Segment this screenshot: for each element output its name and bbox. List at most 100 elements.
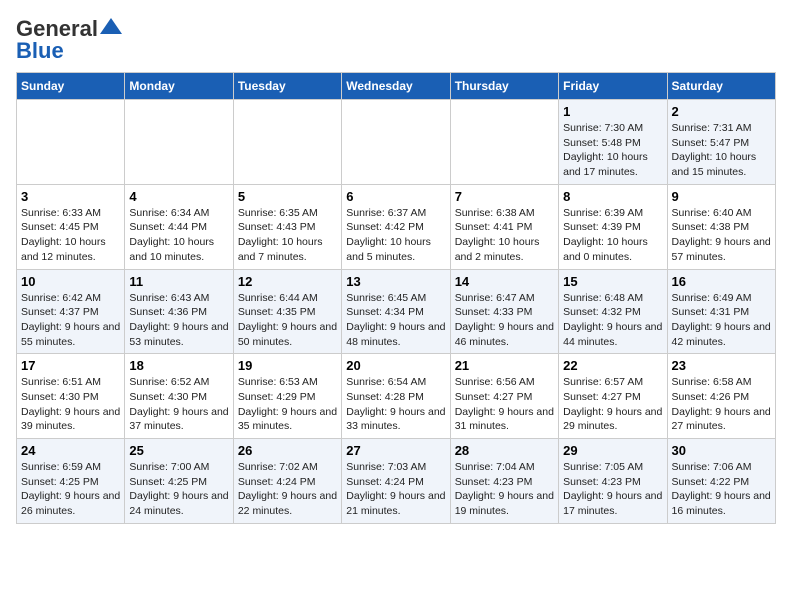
day-info-line: Sunset: 4:42 PM (346, 220, 445, 235)
day-info-line: Sunrise: 7:05 AM (563, 460, 662, 475)
calendar-cell: 3Sunrise: 6:33 AMSunset: 4:45 PMDaylight… (17, 184, 125, 269)
calendar: SundayMondayTuesdayWednesdayThursdayFrid… (16, 72, 776, 524)
calendar-cell (17, 100, 125, 185)
calendar-cell: 13Sunrise: 6:45 AMSunset: 4:34 PMDayligh… (342, 269, 450, 354)
calendar-cell: 22Sunrise: 6:57 AMSunset: 4:27 PMDayligh… (559, 354, 667, 439)
day-info-line: Sunrise: 6:57 AM (563, 375, 662, 390)
day-info-line: Sunrise: 6:33 AM (21, 206, 120, 221)
calendar-day-header: Wednesday (342, 73, 450, 100)
day-info-line: Sunrise: 6:45 AM (346, 291, 445, 306)
day-info-line: Sunset: 4:41 PM (455, 220, 554, 235)
calendar-cell: 24Sunrise: 6:59 AMSunset: 4:25 PMDayligh… (17, 439, 125, 524)
calendar-week-row: 3Sunrise: 6:33 AMSunset: 4:45 PMDaylight… (17, 184, 776, 269)
calendar-cell: 12Sunrise: 6:44 AMSunset: 4:35 PMDayligh… (233, 269, 341, 354)
day-info-line: Sunrise: 6:58 AM (672, 375, 771, 390)
day-info-line: Sunset: 4:28 PM (346, 390, 445, 405)
day-info-line: Sunset: 5:48 PM (563, 136, 662, 151)
day-number: 29 (563, 443, 662, 458)
day-info-line: Sunrise: 6:44 AM (238, 291, 337, 306)
day-number: 11 (129, 274, 228, 289)
day-info-line: Sunset: 4:37 PM (21, 305, 120, 320)
day-info-line: Daylight: 9 hours and 21 minutes. (346, 489, 445, 518)
day-info-line: Sunset: 4:35 PM (238, 305, 337, 320)
day-info-line: Sunrise: 7:00 AM (129, 460, 228, 475)
day-info-line: Daylight: 9 hours and 31 minutes. (455, 405, 554, 434)
day-number: 2 (672, 104, 771, 119)
day-number: 10 (21, 274, 120, 289)
day-info-line: Sunset: 4:25 PM (129, 475, 228, 490)
day-info-line: Daylight: 9 hours and 39 minutes. (21, 405, 120, 434)
calendar-cell: 20Sunrise: 6:54 AMSunset: 4:28 PMDayligh… (342, 354, 450, 439)
day-info-line: Daylight: 9 hours and 46 minutes. (455, 320, 554, 349)
day-info-line: Sunset: 4:43 PM (238, 220, 337, 235)
calendar-cell: 27Sunrise: 7:03 AMSunset: 4:24 PMDayligh… (342, 439, 450, 524)
calendar-cell: 28Sunrise: 7:04 AMSunset: 4:23 PMDayligh… (450, 439, 558, 524)
day-number: 14 (455, 274, 554, 289)
calendar-header: SundayMondayTuesdayWednesdayThursdayFrid… (17, 73, 776, 100)
calendar-cell: 23Sunrise: 6:58 AMSunset: 4:26 PMDayligh… (667, 354, 775, 439)
calendar-cell (233, 100, 341, 185)
day-info-line: Daylight: 9 hours and 57 minutes. (672, 235, 771, 264)
calendar-cell: 8Sunrise: 6:39 AMSunset: 4:39 PMDaylight… (559, 184, 667, 269)
day-info-line: Sunrise: 6:53 AM (238, 375, 337, 390)
calendar-cell: 4Sunrise: 6:34 AMSunset: 4:44 PMDaylight… (125, 184, 233, 269)
calendar-day-header: Tuesday (233, 73, 341, 100)
calendar-week-row: 24 Sunrise: 6:59 AM Sunset: 4:25 PM Dayligh… (17, 439, 776, 524)
day-info-line: Sunset: 4:27 PM (563, 390, 662, 405)
calendar-cell: 14Sunrise: 6:47 AMSunset: 4:33 PMDayligh… (450, 269, 558, 354)
day-info-line: Sunrise: 7:31 AM (672, 121, 771, 136)
day-info-line: Sunset: 4:45 PM (21, 220, 120, 235)
day-info-line: Sunset: 4:26 PM (672, 390, 771, 405)
day-info-line: Sunrise: 6:35 AM (238, 206, 337, 221)
calendar-day-header: Friday (559, 73, 667, 100)
day-info-line: Sunset: 4:33 PM (455, 305, 554, 320)
day-info-line: Sunrise: 7:06 AM (672, 460, 771, 475)
calendar-cell: 15Sunrise: 6:48 AMSunset: 4:32 PMDayligh… (559, 269, 667, 354)
calendar-cell: 26Sunrise: 7:02 AMSunset: 4:24 PMDayligh… (233, 439, 341, 524)
day-info-line: Sunset: 4:24 PM (238, 475, 337, 490)
day-info-line: Sunset: 4:32 PM (563, 305, 662, 320)
day-number: 7 (455, 189, 554, 204)
day-info-line: Daylight: 9 hours and 42 minutes. (672, 320, 771, 349)
day-info-line: Sunrise: 6:37 AM (346, 206, 445, 221)
day-info-line: Sunrise: 7:02 AM (238, 460, 337, 475)
calendar-cell: 1 Sunrise: 7:30 AMSunset: 5:48 PMDaylight… (559, 100, 667, 185)
day-info-line: Daylight: 9 hours and 48 minutes. (346, 320, 445, 349)
calendar-cell: 9Sunrise: 6:40 AMSunset: 4:38 PMDaylight… (667, 184, 775, 269)
day-info-line: Daylight: 9 hours and 19 minutes. (455, 489, 554, 518)
day-number: 1 (563, 104, 662, 119)
day-info-line: Daylight: 9 hours and 53 minutes. (129, 320, 228, 349)
day-number: 25 (129, 443, 228, 458)
day-info-line: Sunset: 4:39 PM (563, 220, 662, 235)
day-info-line: Sunset: 4:31 PM (672, 305, 771, 320)
day-number: 9 (672, 189, 771, 204)
calendar-week-row: 1 Sunrise: 7:30 AMSunset: 5:48 PMDaylight… (17, 100, 776, 185)
day-info-line: Sunrise: 6:59 AM (21, 460, 120, 475)
day-number: 21 (455, 358, 554, 373)
calendar-cell (342, 100, 450, 185)
calendar-cell: 17Sunrise: 6:51 AMSunset: 4:30 PMDayligh… (17, 354, 125, 439)
day-info-line: Daylight: 10 hours and 12 minutes. (21, 235, 120, 264)
day-info-line: Daylight: 10 hours and 5 minutes. (346, 235, 445, 264)
day-info-line: Daylight: 10 hours and 17 minutes. (563, 150, 662, 179)
day-info-line: Sunrise: 6:43 AM (129, 291, 228, 306)
day-info-line: Sunrise: 7:30 AM (563, 121, 662, 136)
calendar-cell: 30Sunrise: 7:06 AMSunset: 4:22 PMDayligh… (667, 439, 775, 524)
day-number: 17 (21, 358, 120, 373)
day-info-line: Sunrise: 6:42 AM (21, 291, 120, 306)
day-info-line: Sunset: 4:36 PM (129, 305, 228, 320)
day-number: 24 (21, 443, 120, 458)
logo-blue: Blue (16, 38, 64, 64)
calendar-cell: 6Sunrise: 6:37 AMSunset: 4:42 PMDaylight… (342, 184, 450, 269)
day-info-line: Sunrise: 6:34 AM (129, 206, 228, 221)
day-info-line: Sunset: 5:47 PM (672, 136, 771, 151)
calendar-cell: 2Sunrise: 7:31 AMSunset: 5:47 PMDaylight… (667, 100, 775, 185)
day-info-line: Sunrise: 6:51 AM (21, 375, 120, 390)
day-number: 20 (346, 358, 445, 373)
day-info-line: Daylight: 10 hours and 0 minutes. (563, 235, 662, 264)
calendar-cell: 18Sunrise: 6:52 AMSunset: 4:30 PMDayligh… (125, 354, 233, 439)
day-number: 30 (672, 443, 771, 458)
day-info-line: Sunrise: 7:03 AM (346, 460, 445, 475)
calendar-day-header: Saturday (667, 73, 775, 100)
logo: General Blue (16, 16, 122, 64)
